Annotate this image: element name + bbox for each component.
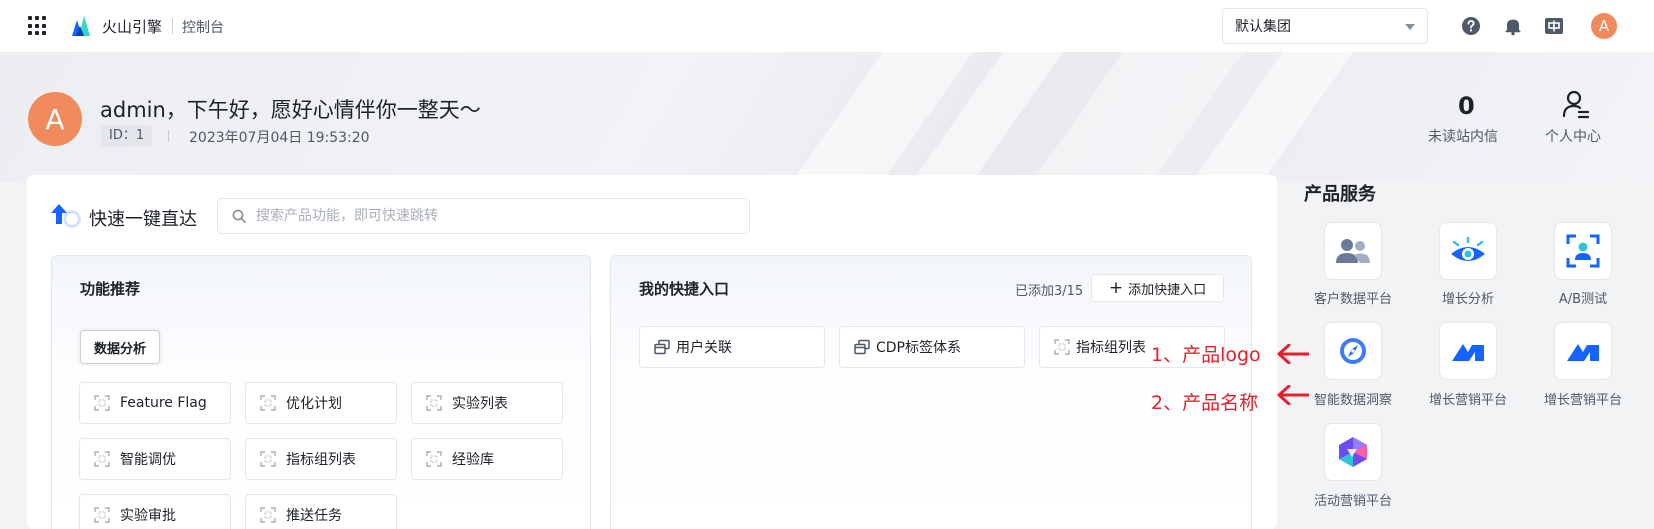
meta-divider: [168, 130, 169, 142]
tab-data-analysis[interactable]: 数据分析: [80, 330, 160, 364]
placeholder-icon: [94, 451, 110, 467]
plus-icon: +: [1108, 277, 1124, 298]
placeholder-icon: [1054, 339, 1070, 355]
product-logo[interactable]: [1324, 222, 1382, 280]
product-logo[interactable]: [1324, 423, 1382, 481]
annotation-logo: 1、产品logo: [1151, 344, 1261, 366]
volcengine-logo-icon[interactable]: [70, 14, 92, 38]
help-icon[interactable]: [1461, 16, 1481, 36]
my-shortcuts-title: 我的快捷入口: [639, 280, 730, 298]
product-logo[interactable]: [1554, 222, 1612, 280]
product-label[interactable]: 增长分析: [1408, 288, 1528, 307]
product-label[interactable]: A/B测试: [1523, 288, 1643, 307]
unread-label[interactable]: 未读站内信: [1428, 126, 1498, 146]
growth-marketing-icon: [1452, 344, 1484, 361]
feature-item-label: 推送任务: [286, 508, 342, 524]
user-avatar: A: [28, 92, 82, 146]
product-services-title: 产品服务: [1304, 184, 1376, 205]
shortcut-count: 已添加3/15: [1015, 284, 1084, 299]
placeholder-icon: [426, 395, 442, 411]
product-label[interactable]: 智能数据洞察: [1293, 389, 1413, 408]
campaign-icon: [1339, 437, 1367, 467]
feature-item-label: 智能调优: [120, 452, 176, 468]
shortcut-item-label: CDP标签体系: [876, 340, 961, 356]
personal-center-label[interactable]: 个人中心: [1545, 126, 1601, 146]
feature-item-label: 经验库: [452, 452, 494, 468]
feature-item-label: 实验列表: [452, 396, 508, 412]
product-label[interactable]: 增长营销平台: [1408, 389, 1528, 408]
placeholder-icon: [426, 451, 442, 467]
chevron-down-icon: [1405, 24, 1415, 30]
product-search[interactable]: [217, 198, 750, 234]
users-icon: [1336, 239, 1370, 263]
product-logo[interactable]: [1439, 222, 1497, 280]
app-grid-icon[interactable]: [28, 16, 48, 36]
shortcut-item-label: 指标组列表: [1076, 340, 1146, 356]
feature-item[interactable]: Feature Flag: [79, 382, 231, 424]
placeholder-icon: [94, 507, 110, 523]
console-link[interactable]: 控制台: [182, 17, 224, 37]
placeholder-icon: [94, 395, 110, 411]
feature-item-label: 指标组列表: [286, 452, 356, 468]
product-logo[interactable]: [1439, 322, 1497, 380]
greeting-text: admin，下午好，愿好心情伴你一整天～: [100, 98, 481, 122]
left-arrow-icon: [1277, 344, 1309, 364]
search-input[interactable]: [256, 199, 736, 233]
eye-icon: [1451, 236, 1485, 261]
language-zh-icon[interactable]: [1544, 16, 1564, 36]
quick-access-title: 快速一键直达: [89, 209, 197, 230]
rocket-shortcut-icon: [51, 204, 81, 228]
product-label[interactable]: 客户数据平台: [1293, 288, 1413, 307]
product-label[interactable]: 增长营销平台: [1523, 389, 1643, 408]
current-datetime: 2023年07月04日 19:53:20: [189, 130, 370, 146]
product-logo[interactable]: [1554, 322, 1612, 380]
search-icon: [232, 209, 246, 223]
feature-item[interactable]: 实验列表: [411, 382, 563, 424]
shortcut-item[interactable]: 用户关联: [639, 326, 825, 368]
add-shortcut-label: 添加快捷入口: [1128, 282, 1207, 298]
product-logo[interactable]: [1324, 322, 1382, 380]
feature-item-label: 实验审批: [120, 508, 176, 524]
group-select[interactable]: 默认集团: [1222, 8, 1428, 44]
shortcut-item-label: 用户关联: [676, 340, 732, 356]
feature-item[interactable]: 智能调优: [79, 438, 231, 480]
ab-test-icon: [1566, 234, 1600, 268]
feature-recommend-title: 功能推荐: [80, 280, 141, 298]
feature-item[interactable]: 经验库: [411, 438, 563, 480]
avatar[interactable]: A: [1591, 13, 1617, 39]
brand-name[interactable]: 火山引擎: [102, 16, 162, 37]
shortcut-item[interactable]: CDP标签体系: [839, 326, 1025, 368]
feature-item-label: Feature Flag: [120, 395, 207, 411]
unread-count[interactable]: 0: [1458, 92, 1475, 120]
compass-icon: [1340, 338, 1366, 364]
placeholder-icon: [260, 507, 276, 523]
feature-item[interactable]: 实验审批: [79, 494, 231, 529]
product-label[interactable]: 活动营销平台: [1293, 490, 1413, 509]
brand-divider: [172, 18, 173, 34]
left-arrow-icon: [1277, 385, 1309, 405]
window-icon: [654, 339, 670, 355]
feature-item[interactable]: 优化计划: [245, 382, 397, 424]
annotation-name: 2、产品名称: [1151, 392, 1259, 414]
placeholder-icon: [260, 395, 276, 411]
growth-marketing-icon: [1567, 344, 1599, 361]
user-center-icon[interactable]: [1562, 90, 1590, 120]
bell-icon[interactable]: [1503, 16, 1523, 36]
placeholder-icon: [260, 451, 276, 467]
user-id-badge: ID：1: [101, 125, 153, 147]
feature-item[interactable]: 指标组列表: [245, 438, 397, 480]
add-shortcut-button[interactable]: + 添加快捷入口: [1091, 274, 1224, 302]
feature-item-label: 优化计划: [286, 396, 342, 412]
top-bar: 火山引擎 控制台 默认集团 A: [0, 0, 1654, 52]
group-select-value: 默认集团: [1235, 19, 1291, 35]
window-icon: [854, 339, 870, 355]
feature-item[interactable]: 推送任务: [245, 494, 397, 529]
